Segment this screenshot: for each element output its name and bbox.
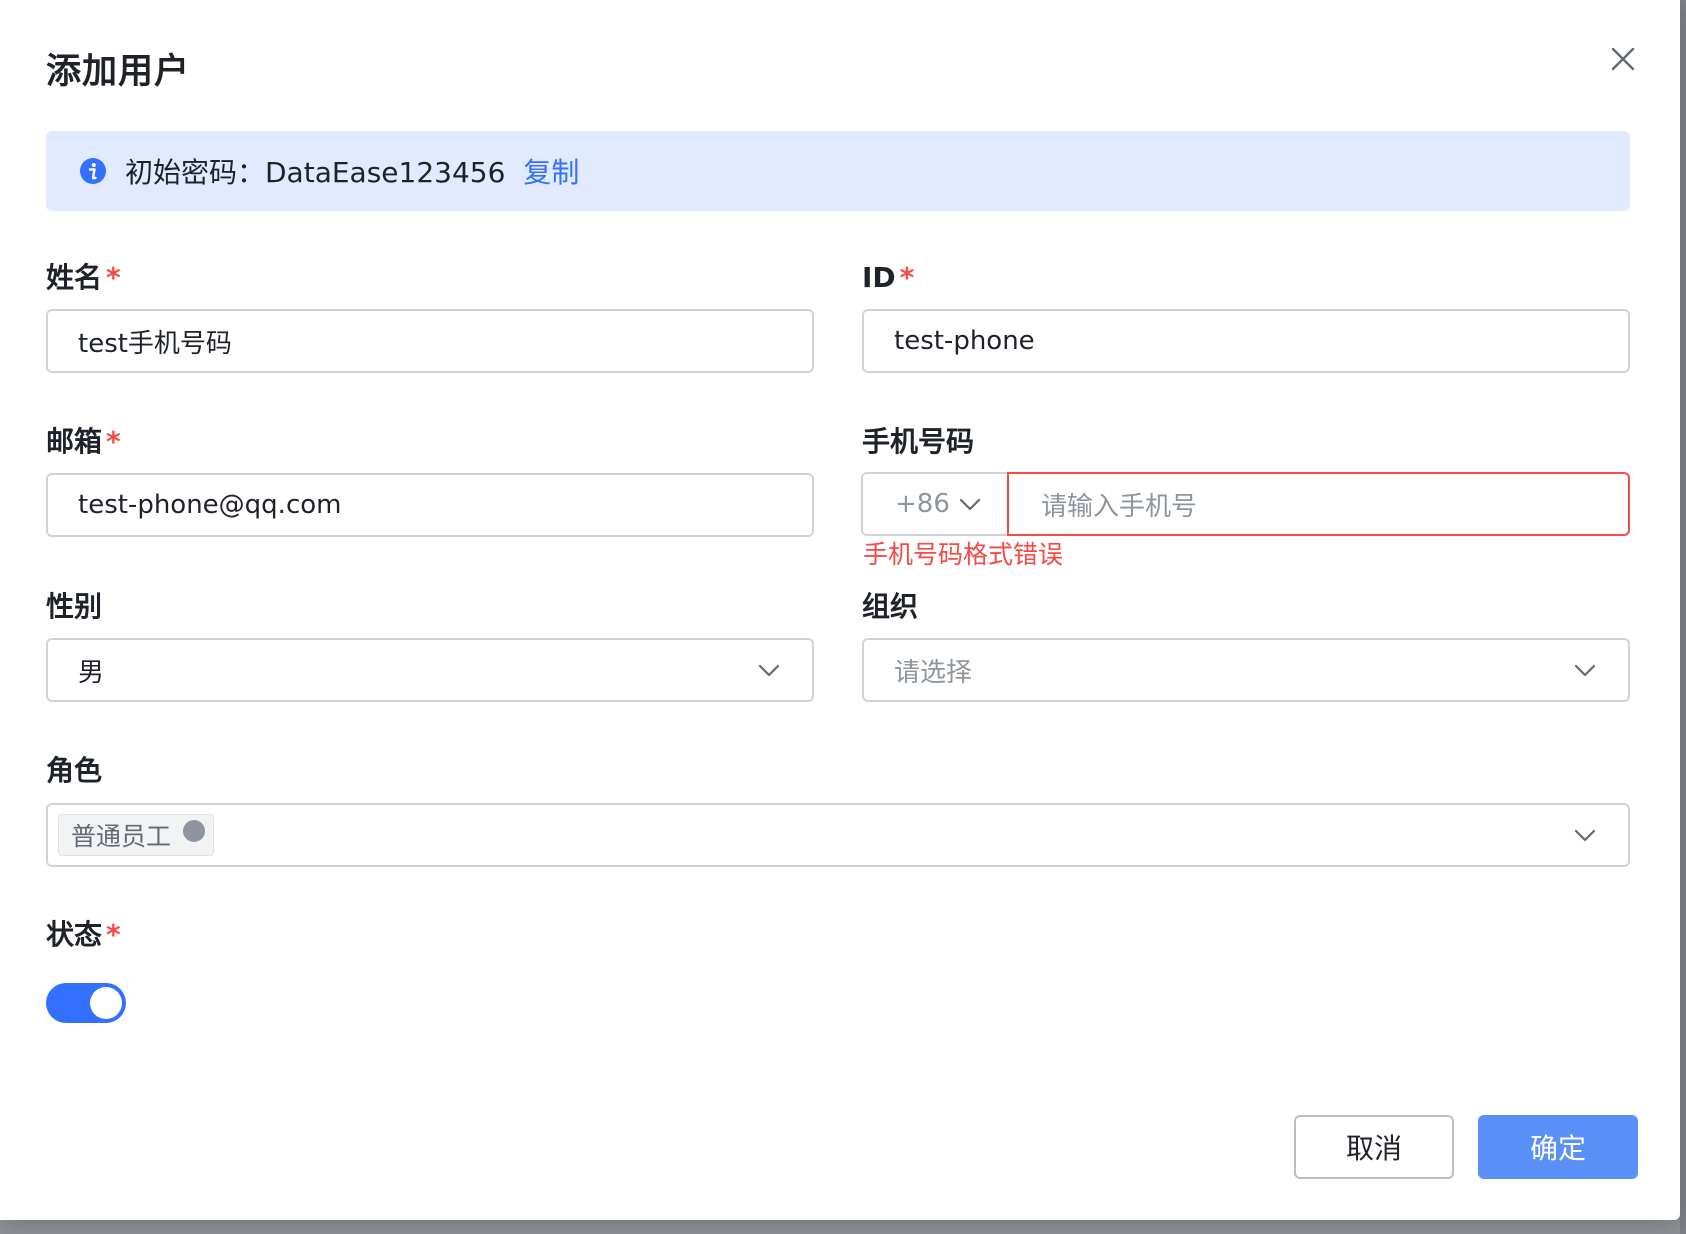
- status-toggle[interactable]: [46, 983, 126, 1023]
- email-label-text: 邮箱: [46, 425, 103, 458]
- status-label-text: 状态: [46, 918, 103, 951]
- initial-password-notice: 初始密码：DataEase123456 复制: [46, 131, 1630, 211]
- required-mark: *: [106, 918, 121, 951]
- phone-label: 手机号码: [862, 422, 974, 462]
- org-label-text: 组织: [862, 590, 919, 623]
- email-input[interactable]: test-phone@qq.com: [46, 473, 814, 537]
- org-select-placeholder: 请选择: [894, 657, 973, 688]
- chevron-down-icon: [959, 498, 981, 511]
- tag-remove-icon[interactable]: [183, 820, 206, 842]
- phone-label-text: 手机号码: [862, 425, 975, 458]
- gender-select[interactable]: 男: [46, 638, 814, 702]
- backdrop-edge: [1680, 0, 1686, 1234]
- copy-password-link[interactable]: 复制: [523, 151, 579, 191]
- id-input[interactable]: test-phone: [862, 309, 1630, 373]
- id-label: ID *: [862, 258, 914, 298]
- role-label-text: 角色: [46, 754, 103, 787]
- phone-input[interactable]: 请输入手机号: [1007, 472, 1630, 536]
- close-button[interactable]: [1606, 42, 1640, 76]
- gender-select-value: 男: [78, 657, 105, 688]
- toggle-knob: [90, 987, 122, 1019]
- org-select[interactable]: 请选择: [862, 638, 1630, 702]
- org-label: 组织: [862, 587, 918, 627]
- info-icon: [80, 158, 106, 184]
- role-select[interactable]: 普通员工: [46, 803, 1630, 867]
- backdrop-pagination-fragment: [1160, 1222, 1580, 1234]
- chevron-down-icon: [1574, 664, 1596, 677]
- id-input-value: test-phone: [894, 326, 1035, 356]
- phone-input-placeholder: 请输入手机号: [1041, 491, 1198, 522]
- gender-label-text: 性别: [46, 590, 103, 623]
- initial-password-text: 初始密码：DataEase123456: [125, 156, 506, 189]
- chevron-down-icon: [1574, 829, 1596, 842]
- dialog-title: 添加用户: [46, 52, 191, 92]
- phone-country-code-select[interactable]: +86: [861, 472, 1009, 536]
- role-tag-label: 普通员工: [71, 822, 172, 851]
- role-label: 角色: [46, 751, 102, 791]
- name-input-value: test手机号码: [78, 328, 232, 359]
- confirm-button[interactable]: 确定: [1478, 1115, 1638, 1179]
- name-label: 姓名 *: [46, 258, 121, 298]
- id-label-text: ID: [862, 261, 896, 294]
- name-input[interactable]: test手机号码: [46, 309, 814, 373]
- role-tags: 普通员工: [58, 814, 1572, 856]
- cancel-button[interactable]: 取消: [1294, 1115, 1454, 1179]
- add-user-dialog: 添加用户 初始密码：DataEase123456 复制 姓名 * test手机号码…: [0, 0, 1680, 1220]
- name-label-text: 姓名: [46, 261, 103, 294]
- status-label: 状态 *: [46, 915, 121, 955]
- phone-error-message: 手机号码格式错误: [863, 540, 1064, 569]
- close-icon: [1611, 47, 1635, 71]
- required-mark: *: [106, 261, 121, 294]
- email-label: 邮箱 *: [46, 422, 121, 462]
- phone-country-code-value: +86: [895, 489, 950, 519]
- gender-label: 性别: [46, 587, 102, 627]
- required-mark: *: [899, 261, 915, 294]
- required-mark: *: [106, 425, 121, 458]
- chevron-down-icon: [758, 664, 780, 677]
- role-tag: 普通员工: [58, 814, 215, 856]
- email-input-value: test-phone@qq.com: [78, 490, 342, 520]
